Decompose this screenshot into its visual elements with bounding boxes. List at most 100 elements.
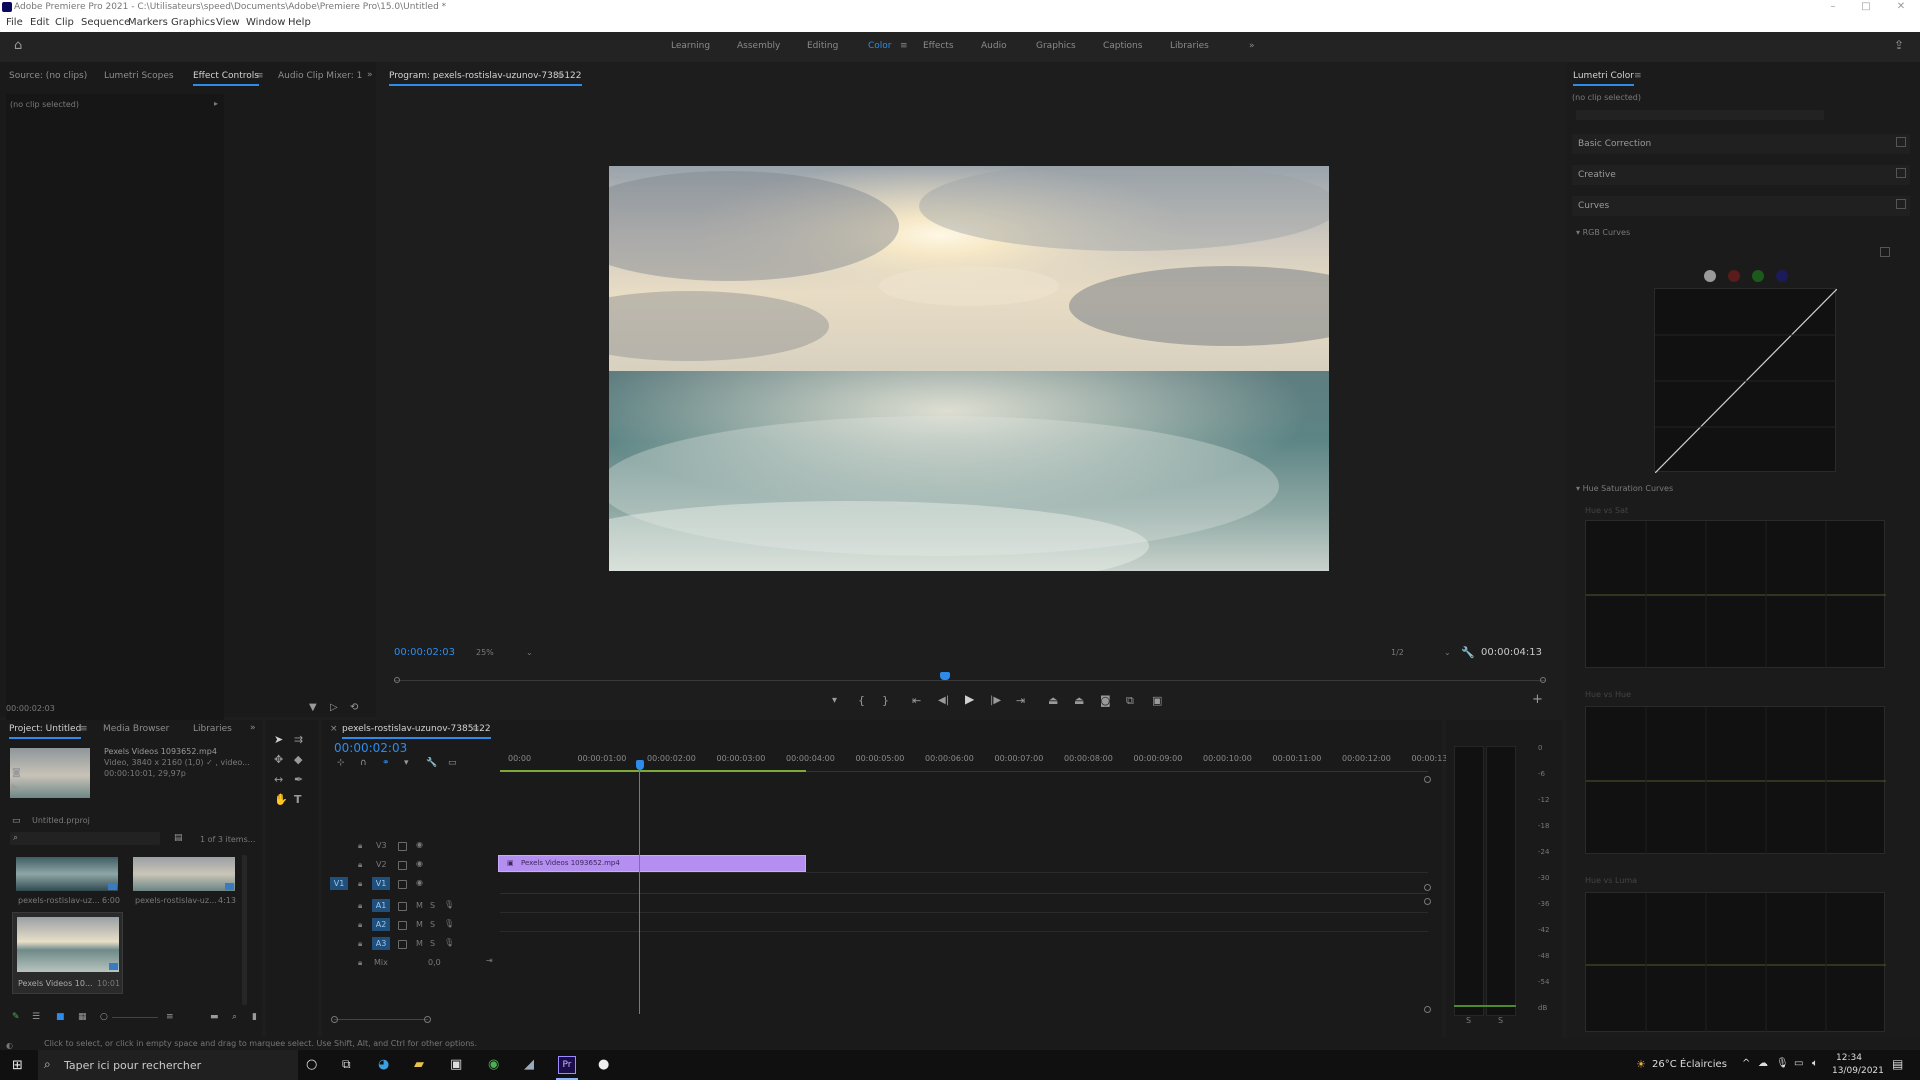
minimize-icon[interactable]: – bbox=[1818, 0, 1848, 14]
mix-volume-value[interactable]: 0,0 bbox=[428, 958, 441, 967]
go-to-in-icon[interactable]: ⇤ bbox=[912, 695, 921, 706]
project-scrollbar[interactable] bbox=[242, 855, 247, 1005]
curve-channel-green-icon[interactable] bbox=[1752, 270, 1764, 282]
task-view-icon[interactable]: ⧉ bbox=[342, 1057, 351, 1072]
clip-thumbnail-1[interactable] bbox=[16, 857, 118, 891]
hscroll-right-handle[interactable] bbox=[424, 1016, 431, 1023]
taskbar-search-box[interactable]: ⌕ Taper ici pour rechercher bbox=[38, 1050, 298, 1080]
clock-time[interactable]: 12:34 bbox=[1836, 1053, 1862, 1063]
writable-pencil-icon[interactable]: ✎ bbox=[12, 1012, 20, 1023]
project-menu-icon[interactable]: ≡ bbox=[80, 724, 88, 734]
type-tool-icon[interactable]: T bbox=[294, 794, 302, 805]
loop-icon[interactable]: ⟲ bbox=[350, 702, 358, 713]
selection-tool-icon[interactable]: ➤ bbox=[274, 734, 283, 745]
notification-icon[interactable]: ▤ bbox=[1892, 1057, 1903, 1071]
v-zoom-top-handle[interactable] bbox=[1424, 776, 1431, 783]
lock-icon-v1[interactable]: 🔒︎ bbox=[358, 879, 362, 889]
timeline-menu-icon[interactable]: ≡ bbox=[472, 724, 480, 734]
clock-date[interactable]: 13/09/2021 bbox=[1832, 1066, 1884, 1076]
lock-icon-v3[interactable]: 🔒︎ bbox=[358, 841, 362, 851]
menu-graphics[interactable]: Graphics bbox=[171, 14, 215, 32]
timeline-timecode[interactable]: 00:00:02:03 bbox=[334, 741, 407, 755]
curve-channel-red-icon[interactable] bbox=[1728, 270, 1740, 282]
lumetri-clip-dropdown[interactable] bbox=[1576, 110, 1824, 120]
app-icon[interactable]: ◢ bbox=[524, 1057, 534, 1072]
expand-arrow-icon[interactable]: ▸ bbox=[214, 99, 218, 108]
sync-lock-icon-a1[interactable] bbox=[398, 902, 407, 911]
workspace-editing[interactable]: Editing bbox=[807, 41, 838, 51]
tray-chevron-icon[interactable]: ^ bbox=[1742, 1058, 1750, 1069]
project-more-icon[interactable]: » bbox=[250, 723, 256, 733]
lock-icon-a3[interactable]: 🔒︎ bbox=[358, 939, 362, 949]
cortana-icon[interactable]: ○ bbox=[306, 1057, 317, 1072]
solo-right-button[interactable]: S bbox=[1498, 1016, 1503, 1025]
mute-a3[interactable]: M bbox=[416, 939, 423, 948]
icon-view-icon[interactable]: ■ bbox=[56, 1012, 65, 1023]
tab-project[interactable]: Project: Untitled bbox=[9, 724, 82, 739]
step-back-icon[interactable]: ◀| bbox=[938, 695, 949, 706]
creative-toggle[interactable] bbox=[1896, 168, 1906, 178]
rgb-curves-graph[interactable] bbox=[1654, 288, 1838, 474]
solo-a2[interactable]: S bbox=[430, 920, 435, 929]
new-bin-icon[interactable]: ▬ bbox=[210, 1012, 219, 1023]
add-marker-icon[interactable]: ▾ bbox=[832, 695, 837, 706]
timeline-settings-icon[interactable]: 🔧 bbox=[426, 758, 437, 769]
v-zoom-mid2-handle[interactable] bbox=[1424, 898, 1431, 905]
track-select-tool-icon[interactable]: ⇉ bbox=[294, 734, 303, 745]
settings-wrench-icon[interactable]: 🔧 bbox=[1461, 647, 1475, 658]
sync-lock-icon-a2[interactable] bbox=[398, 921, 407, 930]
media-app-icon[interactable]: ● bbox=[598, 1057, 609, 1072]
add-marker-timeline-icon[interactable]: ▾ bbox=[404, 758, 409, 769]
new-bin-from-search-icon[interactable]: ▤ bbox=[174, 833, 183, 844]
sync-lock-icon-v2[interactable] bbox=[398, 861, 407, 870]
lumetri-color-title[interactable]: Lumetri Color bbox=[1573, 71, 1634, 86]
lumetri-menu-icon[interactable]: ≡ bbox=[1634, 71, 1642, 81]
track-a1-label[interactable]: A1 bbox=[372, 899, 390, 912]
program-video-frame[interactable] bbox=[609, 166, 1329, 571]
v-zoom-mid-handle[interactable] bbox=[1424, 884, 1431, 891]
track-v3-label[interactable]: V3 bbox=[376, 841, 387, 850]
timeline-playhead-line[interactable] bbox=[639, 762, 640, 1014]
zoom-dropdown-icon[interactable]: ⌄ bbox=[526, 648, 533, 657]
play-audio-icon[interactable]: ▷ bbox=[330, 702, 338, 713]
lock-icon-a1[interactable]: 🔒︎ bbox=[358, 901, 362, 911]
lock-icon-mix[interactable]: 🔒︎ bbox=[358, 958, 362, 968]
section-basic-correction[interactable]: Basic Correction bbox=[1572, 134, 1910, 154]
workspace-menu-icon[interactable]: ≡ bbox=[900, 41, 908, 51]
lift-icon[interactable]: ⏏ bbox=[1048, 695, 1058, 706]
mic-tray-icon[interactable]: 🎙︎ bbox=[1776, 1058, 1789, 1069]
timeline-playhead-handle[interactable] bbox=[636, 760, 644, 770]
menu-help[interactable]: Help bbox=[288, 14, 311, 32]
curve-channel-blue-icon[interactable] bbox=[1776, 270, 1788, 282]
menu-window[interactable]: Window bbox=[246, 14, 285, 32]
resolution-select[interactable]: 1/2 bbox=[1391, 648, 1404, 657]
menu-file[interactable]: File bbox=[6, 14, 23, 32]
program-monitor-title[interactable]: Program: pexels-rostislav-uzunov-7385122 bbox=[389, 71, 582, 86]
workspace-effects[interactable]: Effects bbox=[923, 41, 954, 51]
menu-clip[interactable]: Clip bbox=[55, 14, 74, 32]
project-search-input[interactable]: ⌕ bbox=[10, 832, 160, 845]
edge-icon[interactable]: ◕ bbox=[378, 1057, 389, 1072]
eye-icon-v1[interactable]: ◉ bbox=[416, 878, 423, 887]
tab-source[interactable]: Source: (no clips) bbox=[9, 71, 87, 81]
razor-tool-icon[interactable]: ◆ bbox=[294, 754, 302, 765]
v-zoom-bottom-handle[interactable] bbox=[1424, 1006, 1431, 1013]
resolution-dropdown-icon[interactable]: ⌄ bbox=[1444, 648, 1451, 657]
solo-a1[interactable]: S bbox=[430, 901, 435, 910]
timeline-hscroll[interactable] bbox=[334, 1019, 428, 1020]
preview-play-icon[interactable]: ▶ bbox=[12, 783, 19, 794]
curves-toggle[interactable] bbox=[1896, 199, 1906, 209]
solo-left-button[interactable]: S bbox=[1466, 1016, 1471, 1025]
tab-effect-controls[interactable]: Effect Controls bbox=[193, 71, 259, 86]
hue-vs-sat-graph[interactable] bbox=[1585, 520, 1886, 669]
poster-frame-icon[interactable]: ◙ bbox=[12, 768, 21, 779]
home-icon[interactable]: ⌂ bbox=[14, 39, 22, 52]
menu-edit[interactable]: Edit bbox=[30, 14, 49, 32]
workspace-audio[interactable]: Audio bbox=[981, 41, 1007, 51]
comparison-view-icon[interactable]: ⧉ bbox=[1126, 695, 1134, 706]
sync-lock-icon-v3[interactable] bbox=[398, 842, 407, 851]
eye-icon-v2[interactable]: ◉ bbox=[416, 859, 423, 868]
chrome-icon[interactable]: ◉ bbox=[488, 1057, 499, 1072]
tab-lumetri-scopes[interactable]: Lumetri Scopes bbox=[104, 71, 174, 81]
section-curves[interactable]: Curves bbox=[1572, 196, 1910, 216]
